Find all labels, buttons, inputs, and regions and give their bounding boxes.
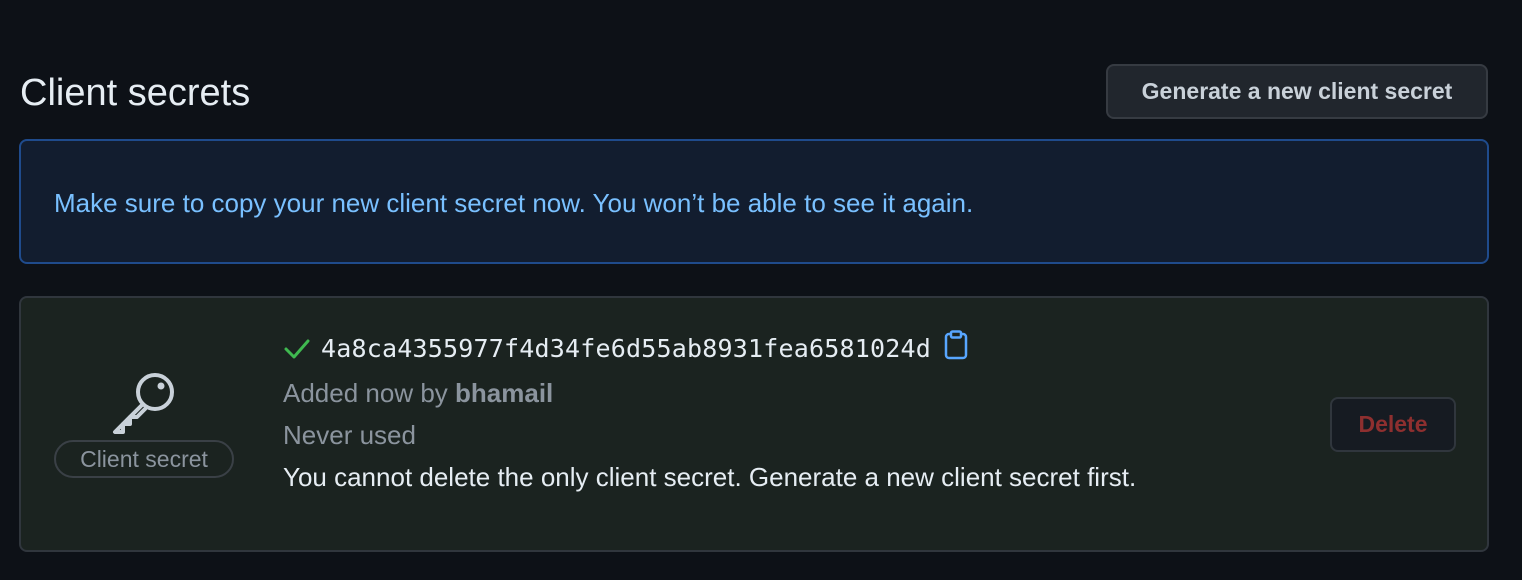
secret-value-row: 4a8ca4355977f4d34fe6d55ab8931fea6581024d bbox=[283, 329, 969, 363]
flash-notice: Make sure to copy your new client secret… bbox=[19, 139, 1489, 264]
added-info: Added now by bhamail bbox=[283, 378, 553, 409]
added-prefix: Added now by bbox=[283, 378, 448, 408]
usage-status: Never used bbox=[283, 420, 416, 450]
key-icon bbox=[113, 373, 174, 434]
delete-button[interactable]: Delete bbox=[1330, 397, 1456, 452]
client-secret-badge: Client secret bbox=[54, 440, 234, 478]
page-title: Client secrets bbox=[20, 72, 251, 114]
flash-message: Make sure to copy your new client secret… bbox=[54, 188, 974, 218]
added-by-user: bhamail bbox=[455, 378, 554, 408]
client-secret-item: Client secret 4a8ca4355977f4d34fe6d55ab8… bbox=[19, 296, 1489, 552]
check-icon bbox=[284, 339, 310, 358]
client-secret-value[interactable]: 4a8ca4355977f4d34fe6d55ab8931fea6581024d bbox=[321, 334, 931, 363]
delete-note: You cannot delete the only client secret… bbox=[283, 462, 1137, 492]
copy-icon[interactable] bbox=[943, 329, 969, 360]
client-secrets-page: Client secrets Generate a new client sec… bbox=[0, 0, 1522, 580]
generate-client-secret-button[interactable]: Generate a new client secret bbox=[1106, 64, 1488, 119]
